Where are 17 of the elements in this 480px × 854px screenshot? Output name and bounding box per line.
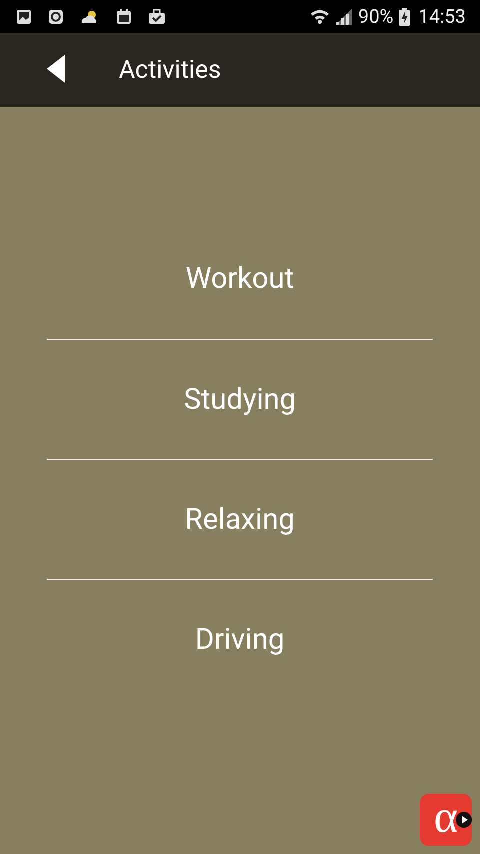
clock-time: 14:53 [418, 5, 466, 28]
battery-percent: 90% [358, 5, 394, 28]
back-button[interactable] [46, 54, 68, 86]
activity-item[interactable]: Studying [47, 339, 433, 459]
signal-icon [335, 8, 354, 24]
activity-item[interactable]: Workout [47, 219, 433, 339]
calendar-icon [116, 8, 132, 24]
activity-item[interactable]: Driving [47, 579, 433, 699]
alpha-logo: α [434, 794, 458, 840]
gallery-icon [16, 8, 32, 24]
play-icon [456, 812, 472, 828]
briefcase-check-icon [148, 8, 166, 24]
activity-item[interactable]: Relaxing [47, 459, 433, 579]
wifi-icon [310, 8, 330, 26]
screen-title: Activities [119, 56, 222, 84]
battery-charging-icon [398, 8, 410, 26]
app-badge[interactable]: α [420, 794, 472, 846]
